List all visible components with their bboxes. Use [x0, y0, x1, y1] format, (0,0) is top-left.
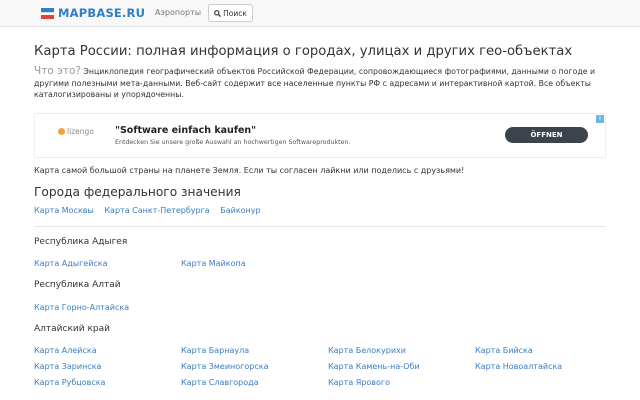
city-link[interactable]: Карта Ярового	[328, 378, 390, 387]
ad-open-button[interactable]: ÖFFNEN	[505, 127, 588, 143]
city-link[interactable]: Карта Майкопа	[181, 259, 246, 268]
brand-logo-link[interactable]: MAPBASE.RU	[41, 5, 145, 21]
federal-cities-links: Карта Москвы Карта Санкт-Петербурга Байк…	[34, 206, 269, 215]
ad-title[interactable]: "Software einfach kaufen"	[115, 125, 256, 136]
city-link[interactable]: Карта Барнаула	[181, 346, 249, 355]
nav-airports-link[interactable]: Аэропорты	[155, 8, 201, 17]
ad-info-icon[interactable]: i	[596, 115, 604, 123]
city-link[interactable]: Карта Славгорода	[181, 378, 259, 387]
page-title: Карта России: полная информация о города…	[34, 44, 573, 59]
share-note: Карта самой большой страны на планете Зе…	[34, 166, 465, 175]
city-link[interactable]: Карта Заринска	[34, 362, 101, 371]
region-title: Республика Алтай	[34, 280, 121, 290]
navbar: MAPBASE.RU Аэропорты Поиск	[0, 0, 640, 27]
city-link[interactable]: Карта Камень-на-Оби	[328, 362, 420, 371]
section-divider	[34, 226, 606, 227]
city-link[interactable]: Карта Горно-Алтайска	[34, 303, 129, 312]
city-link[interactable]: Карта Алейска	[34, 346, 97, 355]
city-link[interactable]: Карта Рубцовска	[34, 378, 105, 387]
federal-cities-title: Города федерального значения	[34, 185, 241, 199]
city-link[interactable]: Карта Адыгейска	[34, 259, 108, 268]
federal-city-link[interactable]: Карта Санкт-Петербурга	[104, 206, 209, 215]
ad-brand-logo: lizengo	[58, 127, 94, 136]
intro-text: Энциклопедия географический объектов Рос…	[34, 67, 596, 100]
city-link[interactable]: Карта Змеиногорска	[181, 362, 268, 371]
search-button-label: Поиск	[223, 8, 247, 18]
search-icon	[214, 9, 222, 17]
brand-name: MAPBASE.RU	[58, 6, 146, 20]
ad-banner[interactable]: i lizengo "Software einfach kaufen" Entd…	[34, 113, 606, 158]
city-link[interactable]: Карта Бийска	[475, 346, 533, 355]
ad-logo-icon	[58, 128, 65, 135]
intro-question: Что это?	[34, 65, 81, 77]
city-link[interactable]: Карта Новоалтайска	[475, 362, 562, 371]
intro-paragraph: Что это? Энциклопедия географический объ…	[34, 65, 609, 101]
city-link[interactable]: Карта Белокурихи	[328, 346, 406, 355]
search-button[interactable]: Поиск	[208, 4, 253, 22]
federal-city-link[interactable]: Байконур	[220, 206, 260, 215]
ad-brand-name: lizengo	[67, 127, 94, 136]
federal-city-link[interactable]: Карта Москвы	[34, 206, 94, 215]
region-title: Республика Адыгея	[34, 237, 128, 247]
logo-icon	[41, 7, 54, 19]
ad-subtitle: Entdecken Sie unsere große Auswahl an ho…	[115, 139, 351, 146]
region-title: Алтайский край	[34, 324, 110, 334]
